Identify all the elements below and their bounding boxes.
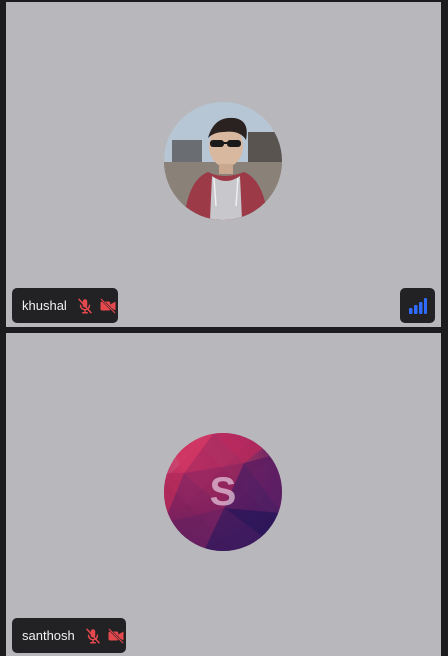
mic-off-icon <box>84 627 102 645</box>
avatar-initial-letter: S <box>209 469 237 514</box>
participant-tile-khushal[interactable]: khushal <box>6 2 441 327</box>
mic-off-icon <box>76 297 94 315</box>
video-off-icon <box>107 627 125 645</box>
network-signal-badge[interactable] <box>400 288 435 323</box>
participant-tile-santhosh[interactable]: S santhosh <box>6 333 441 656</box>
avatar-photo-image <box>164 102 282 220</box>
participant-name-chip: khushal <box>12 288 118 323</box>
participant-name: khushal <box>22 298 67 313</box>
video-off-icon <box>99 297 117 315</box>
signal-bars-icon <box>408 297 427 314</box>
participant-name-chip: santhosh <box>12 618 126 653</box>
participant-avatar-photo <box>164 102 282 220</box>
participant-avatar-initial: S <box>164 433 282 551</box>
participant-name: santhosh <box>22 628 75 643</box>
